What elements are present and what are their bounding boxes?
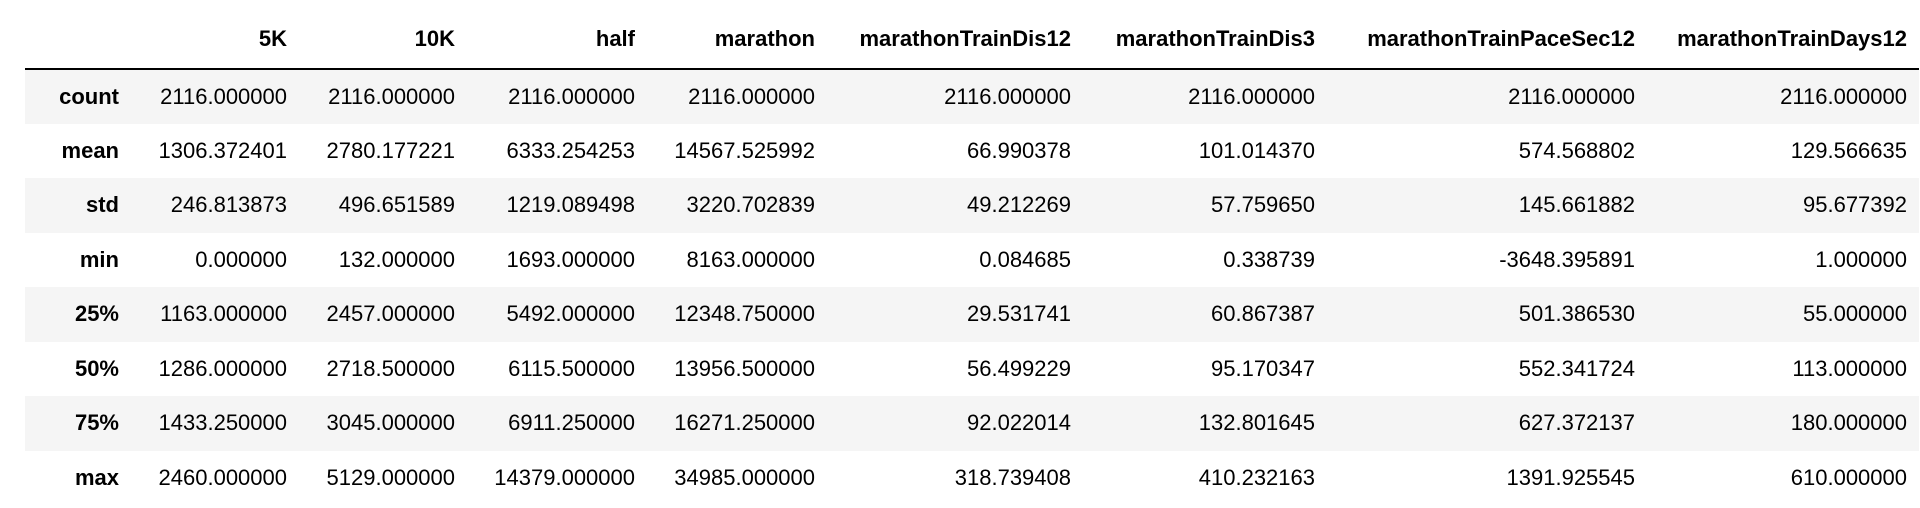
- cell-10k: 132.000000: [338, 246, 455, 272]
- cell-10k: 2457.000000: [326, 301, 455, 327]
- row-label: 50%: [74, 355, 119, 381]
- cell-marathon-train-dis3: 57.759650: [1211, 192, 1315, 218]
- cell-10k: 2116.000000: [328, 83, 455, 109]
- cell-marathon-train-dis12: 56.499229: [967, 355, 1071, 381]
- row-label: max: [74, 464, 119, 490]
- cell-marathon: 14567.525992: [674, 137, 815, 163]
- cell-marathon-train-pace-sec12: 552.341724: [1518, 355, 1635, 381]
- cell-10k: 5129.000000: [326, 464, 455, 490]
- cell-marathon: 16271.250000: [674, 410, 815, 436]
- cell-marathon-train-dis3: 95.170347: [1211, 355, 1315, 381]
- cell-marathon: 8163.000000: [686, 246, 815, 272]
- cell-marathon: 12348.750000: [674, 301, 815, 327]
- cell-marathon-train-pace-sec12: 2116.000000: [1508, 83, 1635, 109]
- cell-marathon-train-dis12: 29.531741: [967, 301, 1071, 327]
- cell-5k: 2116.000000: [160, 83, 287, 109]
- header-row: 5K 10K half marathon marathonTrainDis12 …: [25, 10, 1919, 70]
- dataframe-output: 5K 10K half marathon marathonTrainDis12 …: [25, 10, 1920, 505]
- column-header-marathon-train-days12: marathonTrainDays12: [1647, 10, 1919, 70]
- cell-marathon-train-dis3: 101.014370: [1198, 137, 1315, 163]
- cell-marathon-train-days12: 180.000000: [1790, 410, 1907, 436]
- cell-marathon-train-dis12: 92.022014: [967, 410, 1071, 436]
- column-header-marathon: marathon: [647, 10, 827, 70]
- cell-marathon-train-dis12: 2116.000000: [944, 83, 1071, 109]
- cell-marathon-train-days12: 1.000000: [1815, 246, 1907, 272]
- cell-marathon-train-pace-sec12: -3648.395891: [1499, 246, 1635, 272]
- cell-marathon-train-pace-sec12: 1391.925545: [1506, 464, 1635, 490]
- cell-half: 1693.000000: [506, 246, 635, 272]
- cell-marathon-train-pace-sec12: 501.386530: [1518, 301, 1635, 327]
- column-header-5k: 5K: [131, 10, 299, 70]
- cell-half: 6333.254253: [506, 137, 635, 163]
- cell-half: 2116.000000: [508, 83, 635, 109]
- cell-marathon-train-days12: 95.677392: [1803, 192, 1907, 218]
- cell-10k: 3045.000000: [326, 410, 455, 436]
- cell-half: 5492.000000: [506, 301, 635, 327]
- cell-marathon-train-days12: 2116.000000: [1780, 83, 1907, 109]
- cell-marathon-train-days12: 113.000000: [1792, 355, 1907, 381]
- cell-marathon: 3220.702839: [686, 192, 815, 218]
- cell-5k: 1306.372401: [158, 137, 287, 163]
- column-header-10k: 10K: [299, 10, 467, 70]
- cell-5k: 1163.000000: [160, 301, 287, 327]
- row-label: 25%: [74, 301, 119, 327]
- row-label: 75%: [74, 410, 119, 436]
- cell-marathon: 13956.500000: [674, 355, 815, 381]
- cell-marathon-train-pace-sec12: 627.372137: [1518, 410, 1635, 436]
- cell-marathon-train-dis3: 132.801645: [1198, 410, 1315, 436]
- cell-marathon-train-dis3: 0.338739: [1223, 246, 1315, 272]
- cell-marathon-train-dis3: 60.867387: [1211, 301, 1315, 327]
- cell-marathon-train-dis3: 2116.000000: [1188, 83, 1315, 109]
- cell-10k: 496.651589: [338, 192, 455, 218]
- row-label: mean: [61, 137, 119, 163]
- cell-marathon-train-dis12: 318.739408: [954, 464, 1071, 490]
- column-header-marathon-train-dis12: marathonTrainDis12: [827, 10, 1083, 70]
- cell-half: 6115.500000: [508, 355, 635, 381]
- cell-marathon-train-dis12: 66.990378: [967, 137, 1071, 163]
- index-header: [25, 10, 131, 70]
- cell-5k: 1286.000000: [158, 355, 287, 381]
- cell-marathon: 34985.000000: [674, 464, 815, 490]
- cell-10k: 2718.500000: [326, 355, 455, 381]
- cell-marathon-train-dis12: 0.084685: [979, 246, 1071, 272]
- cell-5k: 0.000000: [195, 246, 287, 272]
- cell-marathon-train-days12: 129.566635: [1790, 137, 1907, 163]
- table-row: min 0.000000 132.000000 1693.000000 8163.000…: [25, 232, 1919, 287]
- table-body: count 2116.000000 2116.000000 2116.000000 21…: [25, 69, 1919, 505]
- cell-marathon-train-days12: 55.000000: [1803, 301, 1907, 327]
- cell-marathon-train-pace-sec12: 145.661882: [1518, 192, 1635, 218]
- cell-marathon-train-pace-sec12: 574.568802: [1518, 137, 1635, 163]
- table-row: mean 1306.372401 2780.177221 6333.254253 145…: [25, 123, 1919, 178]
- column-header-marathon-train-pace-sec12: marathonTrainPaceSec12: [1327, 10, 1647, 70]
- table-row: std 246.813873 496.651589 1219.089498 3220.7…: [25, 178, 1919, 233]
- table-row: count 2116.000000 2116.000000 2116.000000 21…: [25, 69, 1919, 124]
- column-header-half: half: [467, 10, 647, 70]
- cell-marathon-train-dis12: 49.212269: [967, 192, 1071, 218]
- cell-marathon-train-dis3: 410.232163: [1198, 464, 1315, 490]
- row-label: std: [86, 192, 119, 218]
- cell-half: 6911.250000: [508, 410, 635, 436]
- cell-10k: 2780.177221: [326, 137, 455, 163]
- row-label: count: [59, 83, 119, 109]
- cell-half: 1219.089498: [506, 192, 635, 218]
- table-row: 25% 1163.000000 2457.000000 5492.000000 1234…: [25, 287, 1919, 342]
- column-header-marathon-train-dis3: marathonTrainDis3: [1083, 10, 1327, 70]
- describe-table: 5K 10K half marathon marathonTrainDis12 …: [25, 10, 1919, 505]
- row-label: min: [79, 246, 119, 272]
- cell-marathon: 2116.000000: [688, 83, 815, 109]
- table-row: 75% 1433.250000 3045.000000 6911.250000 1627…: [25, 396, 1919, 451]
- table-row: 50% 1286.000000 2718.500000 6115.500000 1395…: [25, 341, 1919, 396]
- cell-marathon-train-days12: 610.000000: [1790, 464, 1907, 490]
- cell-5k: 246.813873: [170, 192, 287, 218]
- cell-5k: 1433.250000: [158, 410, 287, 436]
- table-header: 5K 10K half marathon marathonTrainDis12 …: [25, 10, 1919, 70]
- table-row: max 2460.000000 5129.000000 14379.000000 349…: [25, 450, 1919, 505]
- cell-half: 14379.000000: [494, 464, 635, 490]
- cell-5k: 2460.000000: [158, 464, 287, 490]
